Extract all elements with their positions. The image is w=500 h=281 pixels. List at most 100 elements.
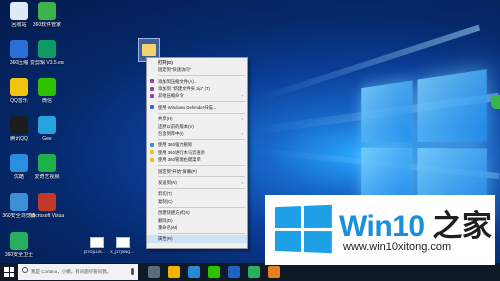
app-icon [38, 193, 56, 211]
menu-item-label: 剪切(T) [158, 191, 172, 196]
app-icon [38, 40, 56, 58]
context-menu-item[interactable]: 重命名(M) [147, 224, 247, 231]
context-menu-item[interactable]: 使用 360进行木马云查杀 [147, 149, 247, 156]
app-icon [10, 2, 28, 20]
desktop-icon[interactable]: Microsoft Visual C++... [30, 193, 64, 219]
context-menu-item[interactable]: 固定到"开始"屏幕(P) [147, 168, 247, 175]
app-icon [38, 154, 56, 172]
desktop-icon[interactable]: 爱奇艺视频 [30, 154, 64, 180]
taskbar-app-icon[interactable] [148, 266, 160, 278]
context-menu-item[interactable]: 共享(H) › [147, 115, 247, 122]
file-thumbnail[interactable] [116, 237, 130, 248]
menu-item-label: 添加到压缩文件(A)... [158, 79, 197, 84]
context-menu-item[interactable]: 使用 Windows Defender扫描... [147, 104, 247, 111]
start-button[interactable] [4, 267, 14, 277]
app-icon [38, 116, 56, 134]
menu-separator [158, 139, 245, 140]
menu-item-label: 使用 360进行木马云查杀 [158, 150, 205, 155]
menu-item-label: 删除(D) [158, 218, 173, 223]
menu-item-label: 使用 360管理右键菜单 [158, 157, 201, 162]
desktop-icon-label: 360安全卫士 [2, 252, 36, 258]
context-menu-item[interactable]: 属性(R) [147, 235, 247, 242]
taskbar: 我是 Cortana，小娜。有问题尽管问我。 [0, 263, 500, 281]
menu-item-label: 使用 360强力删除 [158, 142, 192, 147]
context-menu-item[interactable]: 其他压缩命令 › [147, 92, 247, 99]
file-thumbnail-label: X_[17]XNQ... [110, 249, 134, 254]
windows-logo-icon [275, 205, 332, 253]
app-icon [38, 78, 56, 96]
menu-item-label: 发送到(N) [158, 180, 177, 185]
context-menu-item[interactable]: 固定到"快速访问" [147, 66, 247, 73]
taskbar-app-icon[interactable] [168, 266, 180, 278]
search-icon [22, 267, 28, 273]
app-icon [10, 116, 28, 134]
site-watermark: Win10 之家 www.win10xitong.com [265, 195, 495, 265]
context-menu-item[interactable]: 剪切(T) [147, 190, 247, 197]
context-menu-item[interactable]: 使用 360强力删除 [147, 141, 247, 148]
menu-separator [158, 188, 245, 189]
context-menu-item[interactable]: 添加到 "新建文件夹.zip" (T) [147, 85, 247, 92]
context-menu-item[interactable]: 创建快捷方式(S) [147, 209, 247, 216]
context-menu-item[interactable]: 复制(C) [147, 198, 247, 205]
menu-item-icon [150, 150, 154, 154]
brand-url: www.win10xitong.com [343, 241, 451, 253]
context-menu: 打开(O) 固定到"快速访问" 添加到压缩文件(A)... 添加到 "新建文件夹.zi… [146, 57, 248, 249]
menu-separator [158, 75, 245, 76]
desktop-icon[interactable]: 360软件管家 [30, 2, 64, 28]
desktop-icon-label: 爱剪辑 V3.5.exe... [30, 60, 64, 66]
menu-item-label: 打开(O) [158, 60, 173, 65]
file-thumbnail[interactable] [90, 237, 104, 248]
menu-item-label: 复制(C) [158, 199, 173, 204]
app-icon [10, 193, 28, 211]
desktop-icon[interactable]: 微信 [30, 78, 64, 104]
file-thumbnail-label: [27G]LUS... [84, 249, 105, 254]
desktop-icon[interactable]: 爱剪辑 V3.5.exe... [30, 40, 64, 66]
menu-item-label: 固定到"快速访问" [158, 67, 191, 72]
context-menu-item[interactable]: 包含到库中(I) › [147, 130, 247, 137]
submenu-arrow-icon: › [242, 130, 243, 137]
desktop-icon-label: 360软件管家 [30, 22, 64, 28]
menu-item-label: 属性(R) [158, 236, 173, 241]
taskbar-app-icon[interactable] [268, 266, 280, 278]
submenu-arrow-icon: › [242, 92, 243, 99]
app-icon [10, 154, 28, 172]
menu-item-label: 共享(H) [158, 116, 173, 121]
microphone-icon[interactable] [131, 268, 134, 275]
menu-item-label: 创建快捷方式(S) [158, 210, 190, 215]
context-menu-item[interactable]: 添加到压缩文件(A)... [147, 78, 247, 85]
app-icon [10, 78, 28, 96]
menu-item-label: 添加到 "新建文件夹.zip" (T) [158, 86, 210, 91]
desktop-icon[interactable]: 360安全卫士 [2, 232, 36, 258]
app-icon [10, 40, 28, 58]
taskbar-app-icon[interactable] [188, 266, 200, 278]
menu-item-label: 固定到"开始"屏幕(P) [158, 169, 197, 174]
cortana-search-box[interactable]: 我是 Cortana，小娜。有问题尽管问我。 [18, 264, 138, 280]
menu-separator [158, 207, 245, 208]
search-placeholder: 我是 Cortana，小娜。有问题尽管问我。 [31, 264, 111, 280]
menu-item-icon [150, 79, 154, 83]
desktop-icon[interactable]: Gee [30, 116, 64, 142]
context-menu-item[interactable]: 发送到(N) › [147, 179, 247, 186]
desktop-icon-label: Gee [30, 136, 64, 142]
menu-item-icon [150, 143, 154, 147]
context-menu-item[interactable]: 打开(O) [147, 59, 247, 66]
context-menu-item[interactable]: 使用 360管理右键菜单 [147, 156, 247, 163]
menu-separator [158, 165, 245, 166]
submenu-arrow-icon: › [242, 179, 243, 186]
brand-name: Win10 之家 [339, 201, 491, 245]
menu-separator [158, 101, 245, 102]
menu-item-icon [150, 158, 154, 162]
menu-item-label: 还原以前的版本(V) [158, 124, 194, 129]
menu-separator [158, 176, 245, 177]
side-widget-icon[interactable] [491, 95, 500, 109]
app-icon [38, 2, 56, 20]
menu-item-label: 包含到库中(I) [158, 131, 184, 136]
taskbar-app-icon[interactable] [248, 266, 260, 278]
context-menu-item[interactable]: 删除(D) [147, 217, 247, 224]
context-menu-item[interactable]: 还原以前的版本(V) [147, 123, 247, 130]
taskbar-app-icon[interactable] [208, 266, 220, 278]
menu-separator [158, 233, 245, 234]
submenu-arrow-icon: › [242, 115, 243, 122]
taskbar-app-icon[interactable] [228, 266, 240, 278]
menu-item-icon [150, 94, 154, 98]
